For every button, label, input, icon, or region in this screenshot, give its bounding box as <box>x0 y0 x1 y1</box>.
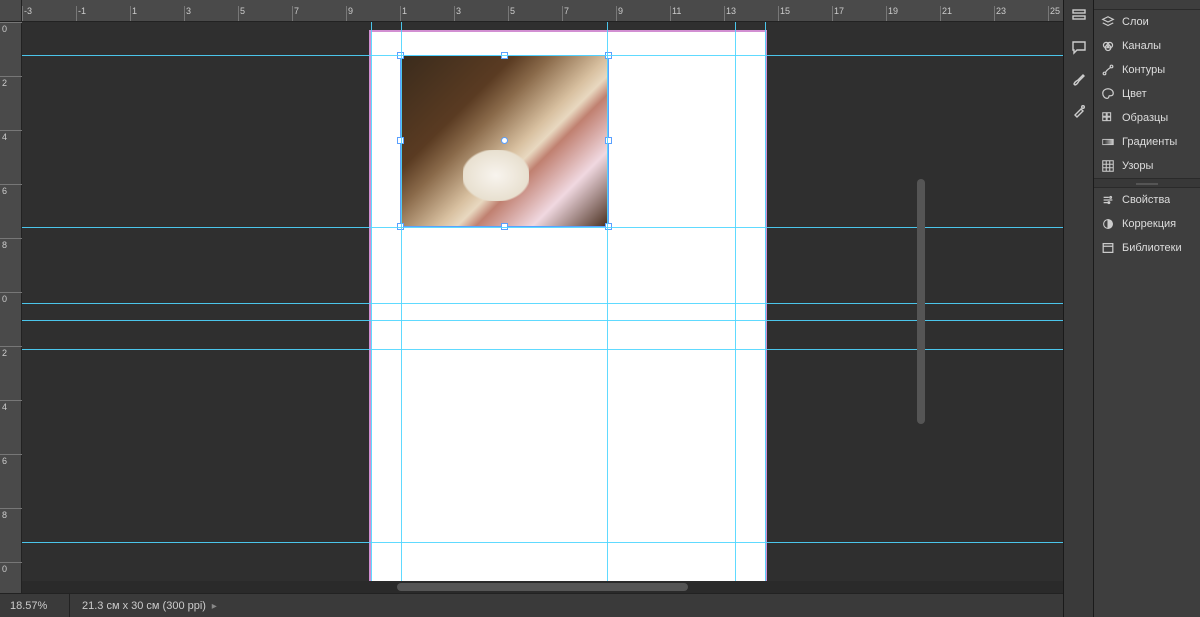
ruler-tick: 25 <box>1048 6 1063 16</box>
panel-item-channels[interactable]: Каналы <box>1094 34 1200 58</box>
guide-vertical[interactable] <box>371 22 372 593</box>
paths-icon <box>1100 62 1116 78</box>
color-icon <box>1100 86 1116 102</box>
ruler-tick: 4 <box>0 130 21 184</box>
panel-group-divider[interactable] <box>1094 178 1200 188</box>
panel-item-gradients[interactable]: Градиенты <box>1094 130 1200 154</box>
ruler-tick: 3 <box>184 6 238 16</box>
ruler-tick: 6 <box>0 454 21 508</box>
guide-horizontal[interactable] <box>22 320 1063 321</box>
panel-item-color[interactable]: Цвет <box>1094 82 1200 106</box>
document-info[interactable]: 21.3 см x 30 см (300 ppi) ▸ <box>70 600 229 612</box>
zoom-level[interactable]: 18.57% <box>0 594 70 617</box>
scrollbar-thumb[interactable] <box>397 583 688 591</box>
panel-item-paths[interactable]: Контуры <box>1094 58 1200 82</box>
brush-settings-icon[interactable] <box>1068 100 1090 122</box>
layers-icon <box>1100 14 1116 30</box>
channels-icon <box>1100 38 1116 54</box>
comments-icon[interactable] <box>1068 36 1090 58</box>
panel-list: Слои Каналы Контуры Цвет Образцы Градиенты Узо… <box>1094 0 1200 617</box>
panel-item-label: Каналы <box>1122 40 1161 52</box>
guide-vertical[interactable] <box>401 22 402 593</box>
chevron-right-icon[interactable]: ▸ <box>209 601 217 612</box>
ruler-tick: 7 <box>562 6 616 16</box>
panel-item-adjustments[interactable]: Коррекция <box>1094 212 1200 236</box>
panel-item-layers[interactable]: Слои <box>1094 10 1200 34</box>
ruler-tick: 0 <box>0 292 21 346</box>
status-bar: 18.57% 21.3 см x 30 см (300 ppi) ▸ <box>0 593 1063 617</box>
ruler-origin[interactable] <box>0 0 22 22</box>
guide-vertical[interactable] <box>735 22 736 593</box>
ruler-tick: 1 <box>400 6 454 16</box>
ruler-tick: 9 <box>616 6 670 16</box>
panel-drag-handle[interactable] <box>1094 0 1200 10</box>
ruler-tick: 1 <box>130 6 184 16</box>
ruler-tick: -1 <box>76 6 130 16</box>
panel-item-label: Коррекция <box>1122 218 1176 230</box>
guide-horizontal[interactable] <box>22 303 1063 304</box>
libraries-icon <box>1100 240 1116 256</box>
panel-item-label: Свойства <box>1122 194 1170 206</box>
ruler-tick: 11 <box>670 6 724 16</box>
panel-item-properties[interactable]: Свойства <box>1094 188 1200 212</box>
panel-item-label: Цвет <box>1122 88 1147 100</box>
ruler-tick: 15 <box>778 6 832 16</box>
panel-item-patterns[interactable]: Узоры <box>1094 154 1200 178</box>
collapsed-panel-strip <box>1064 0 1094 617</box>
document-dimensions: 21.3 см x 30 см (300 ppi) <box>82 600 206 612</box>
ruler-tick: 2 <box>0 346 21 400</box>
panel-item-label: Градиенты <box>1122 136 1177 148</box>
ruler-tick: 5 <box>238 6 292 16</box>
history-icon[interactable] <box>1068 4 1090 26</box>
scrollbar-horizontal[interactable] <box>22 581 1063 593</box>
canvas-document[interactable] <box>371 32 765 588</box>
guide-horizontal[interactable] <box>22 55 1063 56</box>
properties-icon <box>1100 192 1116 208</box>
panel-item-label: Библиотеки <box>1122 242 1182 254</box>
ruler-horizontal[interactable]: -3-1135791357911131517192123252729313335… <box>22 0 1063 22</box>
ruler-tick: 3 <box>454 6 508 16</box>
placed-image[interactable] <box>401 56 608 226</box>
ruler-tick: 19 <box>886 6 940 16</box>
scrollbar-thumb[interactable] <box>917 179 925 425</box>
ruler-tick: 8 <box>0 508 21 562</box>
gradients-icon <box>1100 134 1116 150</box>
panel-item-label: Слои <box>1122 16 1149 28</box>
guide-horizontal[interactable] <box>22 349 1063 350</box>
ruler-tick: 21 <box>940 6 994 16</box>
ruler-tick: 23 <box>994 6 1048 16</box>
ruler-tick: 2 <box>0 76 21 130</box>
canvas-viewport[interactable] <box>22 22 1063 593</box>
ruler-tick: 0 <box>0 22 21 76</box>
guide-horizontal[interactable] <box>22 227 1063 228</box>
panel-item-label: Контуры <box>1122 64 1165 76</box>
patterns-icon <box>1100 158 1116 174</box>
ruler-tick: 17 <box>832 6 886 16</box>
guide-horizontal[interactable] <box>22 542 1063 543</box>
panel-item-label: Узоры <box>1122 160 1153 172</box>
scrollbar-vertical[interactable] <box>915 22 927 581</box>
ruler-tick: 4 <box>0 400 21 454</box>
panel-item-label: Образцы <box>1122 112 1168 124</box>
ruler-tick: 7 <box>292 6 346 16</box>
workspace: -3-1135791357911131517192123252729313335… <box>0 0 1063 617</box>
ruler-tick: 8 <box>0 238 21 292</box>
ruler-tick: -3 <box>22 6 76 16</box>
ruler-tick: 6 <box>0 184 21 238</box>
swatches-icon <box>1100 110 1116 126</box>
ruler-tick: 13 <box>724 6 778 16</box>
right-dock: Слои Каналы Контуры Цвет Образцы Градиенты Узо… <box>1063 0 1200 617</box>
adjustments-icon <box>1100 216 1116 232</box>
guide-vertical[interactable] <box>607 22 608 593</box>
brush-icon[interactable] <box>1068 68 1090 90</box>
guide-vertical[interactable] <box>765 22 766 593</box>
ruler-tick: 9 <box>346 6 400 16</box>
ruler-vertical[interactable]: 02468024680 <box>0 22 22 593</box>
panel-item-libraries[interactable]: Библиотеки <box>1094 236 1200 260</box>
panel-item-swatches[interactable]: Образцы <box>1094 106 1200 130</box>
ruler-tick: 5 <box>508 6 562 16</box>
